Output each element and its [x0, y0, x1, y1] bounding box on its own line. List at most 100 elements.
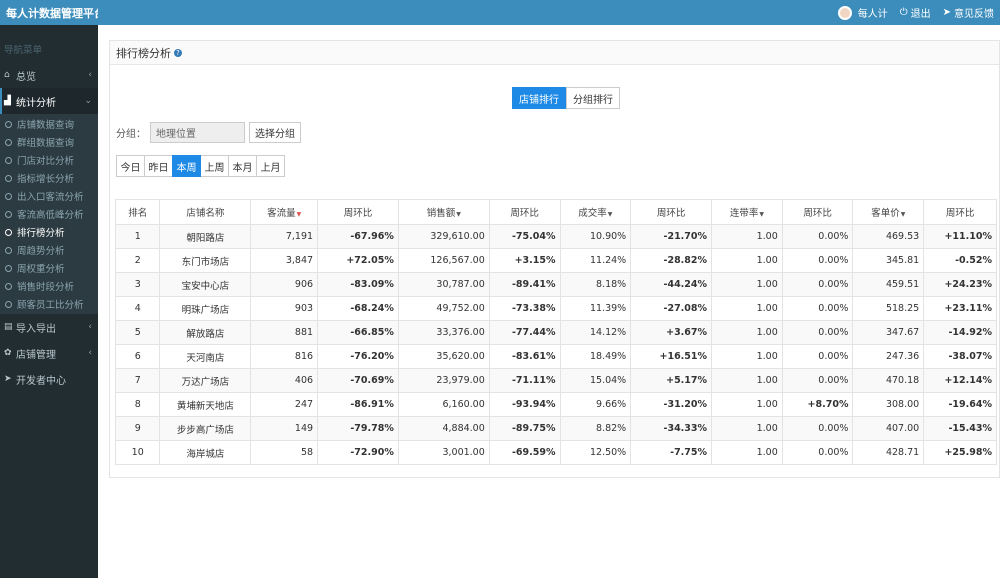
- feedback-label: 意见反馈: [954, 9, 994, 20]
- column-header[interactable]: 客流量▼: [250, 199, 319, 225]
- table-cell: -34.33%: [630, 416, 713, 441]
- sidebar-subitem[interactable]: 销售时段分析: [0, 277, 98, 295]
- column-header-label: 周环比: [510, 208, 539, 219]
- sidebar-subitem[interactable]: 店铺数据查询: [0, 115, 98, 133]
- sidebar-subitem-label: 客流高低峰分析: [17, 210, 84, 221]
- table-cell: 1.00: [711, 368, 783, 393]
- table-cell: -83.61%: [488, 344, 561, 369]
- logout-label: 退出: [910, 9, 931, 20]
- table-cell: 3,001.00: [397, 440, 490, 465]
- table-row: 5 解放路店 881 -66.85% 33,376.00 -77.44% 14.12% +3.…: [114, 320, 997, 345]
- chevron-left-icon: ‹: [88, 70, 92, 80]
- sidebar-subitem-label: 周权重分析: [17, 264, 65, 275]
- sidebar-subitem[interactable]: 门店对比分析: [0, 151, 98, 169]
- top-navbar: 每人计数据管理平台 每人计 ⏻ 退出 ➤ 意见反馈: [0, 0, 1000, 25]
- table-cell: 33,376.00: [397, 320, 490, 345]
- table-cell: -83.09%: [317, 272, 399, 297]
- sidebar-subitem[interactable]: 出入口客流分析: [0, 187, 98, 205]
- table-cell: -7.75%: [630, 440, 713, 465]
- feedback-button[interactable]: ➤ 意见反馈: [943, 5, 994, 20]
- table-cell: -27.08%: [630, 296, 713, 321]
- table-cell: 9.66%: [559, 392, 632, 417]
- period-button[interactable]: 昨日: [144, 155, 173, 177]
- sidebar-subitem[interactable]: 周趋势分析: [0, 241, 98, 259]
- table-cell: -38.07%: [923, 344, 997, 369]
- circle-icon: [5, 192, 12, 200]
- help-icon[interactable]: ?: [174, 48, 182, 57]
- group-label: 分组：: [116, 129, 146, 140]
- table-cell: 11.39%: [559, 296, 632, 321]
- sidebar-item-label: 店铺管理: [16, 349, 56, 361]
- sort-caret-icon: ▼: [456, 211, 461, 218]
- table-cell: 329,610.00: [397, 224, 490, 249]
- column-header-label: 成交率: [578, 208, 607, 219]
- user-name: 每人计: [857, 9, 888, 20]
- table-cell: 23,979.00: [397, 368, 490, 393]
- table-cell: -76.20%: [317, 344, 399, 369]
- sidebar-subitem-label: 排行榜分析: [17, 228, 65, 239]
- user-menu[interactable]: 每人计: [837, 5, 888, 20]
- logout-button[interactable]: ⏻ 退出: [900, 5, 931, 20]
- table-row: 10 海岸城店 58 -72.90% 3,001.00 -69.59% 12.50% -7.7…: [114, 440, 997, 465]
- table-cell: 7: [114, 368, 161, 393]
- sidebar-subitem[interactable]: 顾客员工比分析: [0, 295, 98, 313]
- table-cell: -14.92%: [923, 320, 997, 345]
- sidebar-item-label: 总览: [16, 71, 36, 83]
- table-cell: -79.78%: [317, 416, 399, 441]
- send-icon: ➤: [942, 7, 951, 18]
- table-cell: 解放路店: [159, 320, 252, 345]
- column-header: 排名: [114, 199, 161, 225]
- column-header: 周环比: [923, 199, 997, 225]
- table-cell: -0.52%: [923, 248, 997, 273]
- table-cell: 15.04%: [559, 368, 632, 393]
- table-cell: 1.00: [711, 440, 783, 465]
- column-header-label: 连带率: [729, 208, 759, 219]
- circle-icon: [5, 156, 12, 164]
- table-cell: 881: [250, 320, 319, 345]
- select-group-button[interactable]: 选择分组: [249, 122, 301, 143]
- table-cell: -73.38%: [488, 296, 561, 321]
- table-cell: 518.25: [852, 296, 925, 321]
- sidebar-item-label: 统计分析: [16, 97, 56, 109]
- sidebar-subitem[interactable]: 排行榜分析: [0, 223, 98, 241]
- period-button[interactable]: 本月: [228, 155, 257, 177]
- column-header[interactable]: 成交率▼: [559, 199, 632, 225]
- sidebar-subitem-label: 指标增长分析: [17, 174, 75, 185]
- table-cell: +3.15%: [488, 248, 561, 273]
- table-cell: 308.00: [852, 392, 925, 417]
- sidebar-subitem[interactable]: 指标增长分析: [0, 169, 98, 187]
- table-cell: 宝安中心店: [159, 272, 252, 297]
- column-header[interactable]: 销售额▼: [397, 199, 490, 225]
- column-header[interactable]: 客单价▼: [852, 199, 925, 225]
- table-cell: +72.05%: [317, 248, 399, 273]
- table-cell: 18.49%: [559, 344, 632, 369]
- store-ranking-button[interactable]: 店铺排行: [512, 87, 566, 109]
- table-cell: -89.41%: [488, 272, 561, 297]
- sidebar-item-import-export[interactable]: ▤ 导入导出 ‹: [0, 314, 98, 340]
- sidebar-subitem[interactable]: 群组数据查询: [0, 133, 98, 151]
- period-button[interactable]: 本周: [172, 155, 201, 177]
- column-header[interactable]: 连带率▼: [711, 199, 783, 225]
- column-header-label: 客单价: [871, 208, 900, 219]
- group-ranking-button[interactable]: 分组排行: [566, 87, 620, 109]
- table-row: 8 黄埔新天地店 247 -86.91% 6,160.00 -93.94% 9.66% -31…: [114, 392, 997, 417]
- period-button[interactable]: 今日: [116, 155, 145, 177]
- sidebar-item-store-management[interactable]: ✿ 店铺管理 ‹: [0, 340, 98, 366]
- period-selector: 今日 昨日 本周 上周 本月 上月: [116, 155, 285, 177]
- group-input[interactable]: 地理位置: [150, 122, 245, 143]
- period-button[interactable]: 上月: [256, 155, 285, 177]
- circle-icon: [5, 282, 12, 290]
- sidebar-subitem[interactable]: 周权重分析: [0, 259, 98, 277]
- sidebar-item-statistics[interactable]: ▟ 统计分析 ⌄: [0, 88, 98, 114]
- sidebar-item-developer-center[interactable]: ➤ 开发者中心: [0, 366, 98, 392]
- period-button[interactable]: 上周: [200, 155, 229, 177]
- table-cell: 407.00: [852, 416, 925, 441]
- app-title[interactable]: 每人计数据管理平台: [0, 5, 98, 21]
- column-header-label: 周环比: [803, 208, 832, 219]
- table-cell: -75.04%: [488, 224, 561, 249]
- table-cell: 明珠广场店: [159, 296, 252, 321]
- sidebar-item-overview[interactable]: ⌂ 总览 ‹: [0, 62, 98, 88]
- table-cell: 0.00%: [781, 248, 854, 273]
- table-cell: -93.94%: [488, 392, 561, 417]
- sidebar-subitem[interactable]: 客流高低峰分析: [0, 205, 98, 223]
